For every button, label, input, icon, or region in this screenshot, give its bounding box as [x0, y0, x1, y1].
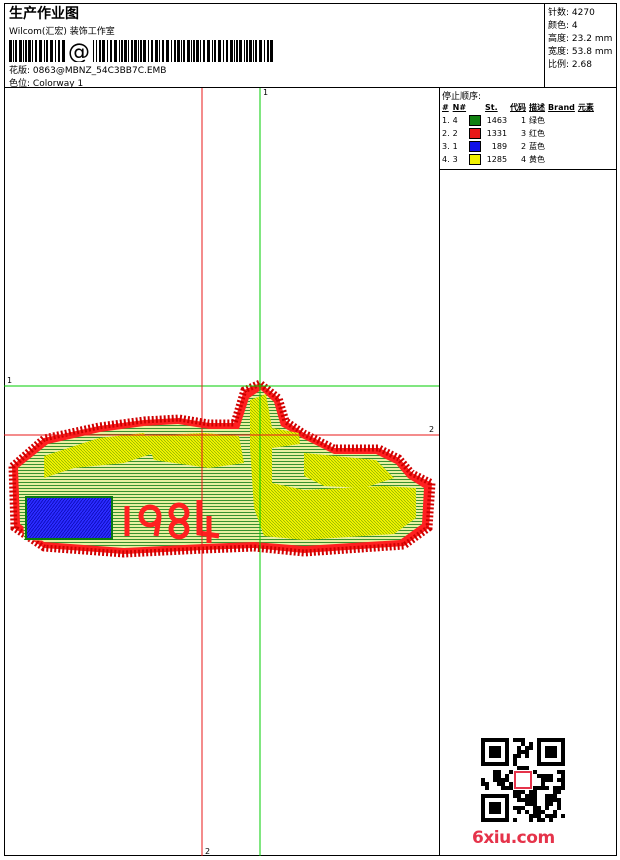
embroidery-preview — [4, 88, 439, 856]
col-brand: Brand — [548, 103, 575, 112]
barcode: @ — [9, 40, 273, 62]
cell-n: 1 — [452, 142, 458, 151]
cell-st: 1331 — [469, 127, 510, 140]
cell-st: 1285 — [469, 153, 510, 166]
design-canvas: 1 1 2 2 — [4, 88, 440, 856]
guide-label-v1: 1 — [263, 88, 269, 97]
watermark-logo: 6xiu.com — [472, 828, 555, 848]
cell-idx: 3. — [442, 142, 450, 151]
stat-width: 宽度: 53.8 mm — [548, 47, 613, 57]
cell-desc: 绿色 — [529, 116, 546, 125]
header-panel: 生产作业图 Wilcom(汇宏) 装饰工作室 @ 花版: 0863@MBNZ_5… — [4, 3, 545, 89]
cell-brand — [548, 140, 578, 153]
cell-n: 3 — [452, 155, 458, 164]
col-index: # — [442, 103, 449, 112]
cell-code: 4 — [520, 155, 527, 164]
table-header-row: # N# St. 代码 描述 Brand 元素 — [442, 101, 597, 114]
cell-n: 2 — [452, 129, 458, 138]
cell-desc: 红色 — [529, 129, 546, 138]
color-swatch — [469, 141, 482, 152]
studio-name: Wilcom(汇宏) 装饰工作室 — [9, 27, 115, 37]
cell-code: 2 — [520, 142, 527, 151]
guide-label-v2: 2 — [205, 847, 211, 856]
cell-desc: 黄色 — [529, 155, 546, 164]
col-description: 描述 — [529, 103, 546, 112]
stop-sequence-panel: 停止顺序: # N# St. 代码 描述 Brand 元素 1. 4 1463 1 绿色… — [440, 88, 617, 170]
color-swatch — [469, 115, 482, 126]
stat-stitches: 针数: 4270 — [548, 8, 595, 18]
cell-elem — [578, 127, 597, 140]
cell-code: 1 — [520, 116, 527, 125]
page-title: 生产作业图 — [9, 6, 79, 22]
stop-sequence-table: # N# St. 代码 描述 Brand 元素 1. 4 1463 1 绿色 2. 2 133… — [442, 101, 597, 166]
col-needle: N# — [452, 103, 467, 112]
col-element: 元素 — [577, 103, 594, 112]
cell-elem — [578, 153, 597, 166]
col-stitches: St. — [485, 103, 498, 112]
cell-idx: 4. — [442, 155, 450, 164]
cell-n: 4 — [452, 116, 458, 125]
guide-label-h1: 1 — [7, 376, 13, 385]
col-code: 代码 — [510, 103, 527, 112]
color-swatch — [469, 154, 482, 165]
cell-elem — [578, 140, 597, 153]
cell-code: 3 — [520, 129, 527, 138]
stat-scale: 比例: 2.68 — [548, 60, 592, 70]
barcode-text: @ — [68, 40, 90, 62]
cell-idx: 1. — [442, 116, 450, 125]
stats-panel: 针数: 4270 颜色: 4 高度: 23.2 mm 宽度: 53.8 mm 比… — [545, 3, 617, 88]
cell-idx: 2. — [442, 129, 450, 138]
cell-st: 1463 — [469, 114, 510, 127]
qr-code — [481, 738, 565, 822]
blue-fill-block — [25, 496, 113, 540]
table-row: 4. 3 1285 4 黄色 — [442, 153, 597, 166]
stat-colors: 颜色: 4 — [548, 21, 578, 31]
cell-brand — [548, 153, 578, 166]
cell-elem — [578, 114, 597, 127]
cell-brand — [548, 114, 578, 127]
table-row: 2. 2 1331 3 红色 — [442, 127, 597, 140]
design-file: 0863@MBNZ_54C3BB7C.EMB — [32, 66, 167, 76]
table-row: 3. 1 189 2 蓝色 — [442, 140, 597, 153]
design-file-line: 花版: 0863@MBNZ_54C3BB7C.EMB — [9, 66, 167, 76]
color-swatch — [469, 128, 482, 139]
guide-label-h2: 2 — [429, 425, 435, 434]
cell-desc: 蓝色 — [529, 142, 546, 151]
table-row: 1. 4 1463 1 绿色 — [442, 114, 597, 127]
cell-st: 189 — [469, 140, 510, 153]
cell-brand — [548, 127, 578, 140]
stat-height: 高度: 23.2 mm — [548, 34, 613, 44]
